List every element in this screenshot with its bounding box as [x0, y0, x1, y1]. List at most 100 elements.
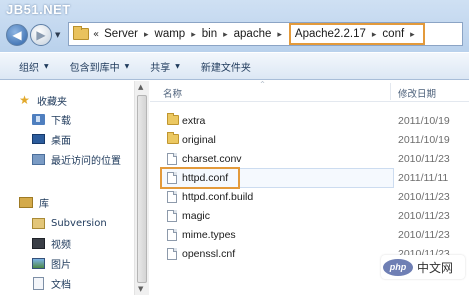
php-logo-icon: php: [383, 258, 413, 276]
organize-label: 组织: [19, 62, 39, 74]
breadcrumb-separator[interactable]: ▸: [372, 29, 377, 40]
nav-item-downloads[interactable]: 下载: [32, 110, 71, 128]
library-icon: [19, 196, 33, 208]
file-date: 2010/11/23: [398, 191, 450, 203]
nav-item-label: 最近访问的位置: [51, 155, 121, 167]
column-header-name[interactable]: 名称: [163, 86, 182, 100]
downloads-icon: [32, 113, 45, 125]
file-date: 2010/11/23: [398, 210, 450, 222]
column-header-date[interactable]: 修改日期: [398, 86, 436, 100]
nav-scrollbar[interactable]: ▲ ▼: [134, 81, 149, 295]
breadcrumb-separator[interactable]: ▸: [223, 29, 228, 40]
breadcrumb-apache[interactable]: apache: [233, 28, 273, 40]
arrow-left-icon: ◀: [12, 28, 22, 42]
watermark: JB51.NET: [6, 2, 71, 17]
new-folder-label: 新建文件夹: [200, 62, 251, 74]
file-date: 2010/11/23: [398, 229, 450, 241]
file-icon: [167, 153, 177, 165]
forward-button[interactable]: ▶: [30, 24, 52, 46]
star-icon: ★: [19, 93, 30, 107]
chevron-down-icon: ▼: [44, 62, 49, 70]
address-bar[interactable]: « Server ▸ wamp ▸ bin ▸ apache ▸ Apache2…: [68, 22, 463, 46]
php-badge-text: 中文网: [417, 260, 454, 275]
nav-item-label: 文档: [51, 279, 71, 291]
breadcrumb-server[interactable]: Server: [103, 28, 139, 40]
file-row[interactable]: mime.types 2010/11/23: [150, 226, 469, 244]
nav-libraries[interactable]: 库: [19, 193, 49, 211]
nav-item-pictures[interactable]: 图片: [32, 254, 71, 272]
share-menu[interactable]: 共享 ▼: [150, 59, 180, 74]
nav-item-recent-places[interactable]: 最近访问的位置: [32, 150, 121, 168]
folder-icon: [73, 26, 89, 40]
overflow-chevron[interactable]: «: [93, 29, 99, 40]
php-cn-badge: php 中文网: [381, 255, 465, 279]
file-row[interactable]: charset.conv 2010/11/23: [150, 150, 469, 168]
file-icon: [167, 172, 177, 184]
path-highlight-box: Apache2.2.17 ▸ conf ▸: [288, 23, 425, 45]
file-icon: [167, 210, 177, 222]
nav-favorites-label: 收藏夹: [37, 96, 67, 108]
file-name: httpd.conf: [182, 172, 229, 184]
file-name: charset.conv: [182, 153, 242, 165]
breadcrumb-wamp[interactable]: wamp: [154, 28, 187, 40]
arrow-right-icon: ▶: [36, 28, 46, 42]
file-date: 2011/10/19: [398, 134, 450, 146]
column-divider[interactable]: [390, 83, 391, 100]
breadcrumb-separator[interactable]: ▸: [410, 29, 415, 40]
nav-item-subversion[interactable]: Subversion: [32, 214, 107, 232]
nav-item-label: 桌面: [51, 135, 71, 147]
nav-item-desktop[interactable]: 桌面: [32, 130, 71, 148]
nav-item-label: 视频: [51, 239, 71, 251]
file-row[interactable]: extra 2011/10/19: [150, 112, 469, 130]
nav-item-label: 图片: [51, 259, 71, 271]
sort-indicator-icon: ^: [260, 81, 266, 88]
navigation-pane: ★ 收藏夹 下载 桌面 最近访问的位置 库 Subversion 视频 图片 文…: [0, 81, 149, 295]
chevron-down-icon: ▼: [175, 62, 180, 70]
scrollbar-thumb[interactable]: [137, 95, 147, 283]
command-bar: 组织 ▼ 包含到库中 ▼ 共享 ▼ 新建文件夹: [0, 52, 469, 80]
folder-icon: [167, 132, 179, 144]
back-button[interactable]: ◀: [6, 24, 28, 46]
breadcrumb-bin[interactable]: bin: [201, 28, 218, 40]
organize-menu[interactable]: 组织 ▼: [19, 59, 49, 74]
file-name: original: [182, 134, 216, 146]
subversion-icon: [32, 217, 45, 229]
share-label: 共享: [150, 62, 171, 74]
breadcrumb-conf[interactable]: conf: [381, 28, 405, 40]
file-icon: [167, 229, 177, 241]
column-header-row: ^ 名称 修改日期: [150, 81, 469, 102]
breadcrumb-separator[interactable]: ▸: [277, 29, 282, 40]
desktop-icon: [32, 134, 45, 144]
nav-item-videos[interactable]: 视频: [32, 234, 71, 252]
video-icon: [32, 237, 45, 249]
recent-pages-dropdown[interactable]: ▼: [55, 31, 60, 39]
file-name: openssl.cnf: [182, 248, 236, 260]
file-date: 2011/11/11: [398, 172, 449, 184]
scroll-up-icon[interactable]: ▲: [138, 83, 143, 91]
include-in-library-menu[interactable]: 包含到库中 ▼: [70, 59, 130, 74]
breadcrumb-separator[interactable]: ▸: [191, 29, 196, 40]
recent-places-icon: [32, 153, 45, 165]
breadcrumb-apache2-2-17[interactable]: Apache2.2.17: [294, 28, 367, 40]
file-row-highlighted[interactable]: httpd.conf 2011/11/11: [150, 167, 469, 189]
chevron-down-icon: ▼: [124, 62, 130, 70]
nav-item-documents[interactable]: 文档: [32, 274, 71, 292]
folder-icon: [167, 113, 179, 125]
file-row[interactable]: magic 2010/11/23: [150, 207, 469, 225]
file-icon: [167, 191, 177, 203]
file-row[interactable]: httpd.conf.build 2010/11/23: [150, 188, 469, 206]
nav-libraries-label: 库: [39, 198, 49, 210]
file-row[interactable]: original 2011/10/19: [150, 131, 469, 149]
nav-item-label: Subversion: [51, 217, 107, 229]
picture-icon: [32, 257, 45, 269]
new-folder-button[interactable]: 新建文件夹: [201, 59, 251, 74]
file-name: magic: [182, 210, 211, 222]
title-address-bar: JB51.NET ◀ ▶ ▼ « Server ▸ wamp ▸ bin ▸ a…: [0, 0, 469, 52]
scroll-down-icon[interactable]: ▼: [138, 285, 143, 293]
breadcrumb-separator[interactable]: ▸: [144, 29, 149, 40]
file-name: httpd.conf.build: [182, 191, 254, 203]
nav-favorites[interactable]: ★ 收藏夹: [18, 91, 67, 109]
nav-item-label: 下载: [51, 115, 71, 127]
breadcrumb: Server ▸ wamp ▸ bin ▸ apache ▸ Apache2.2…: [103, 23, 425, 45]
file-icon: [167, 248, 177, 260]
